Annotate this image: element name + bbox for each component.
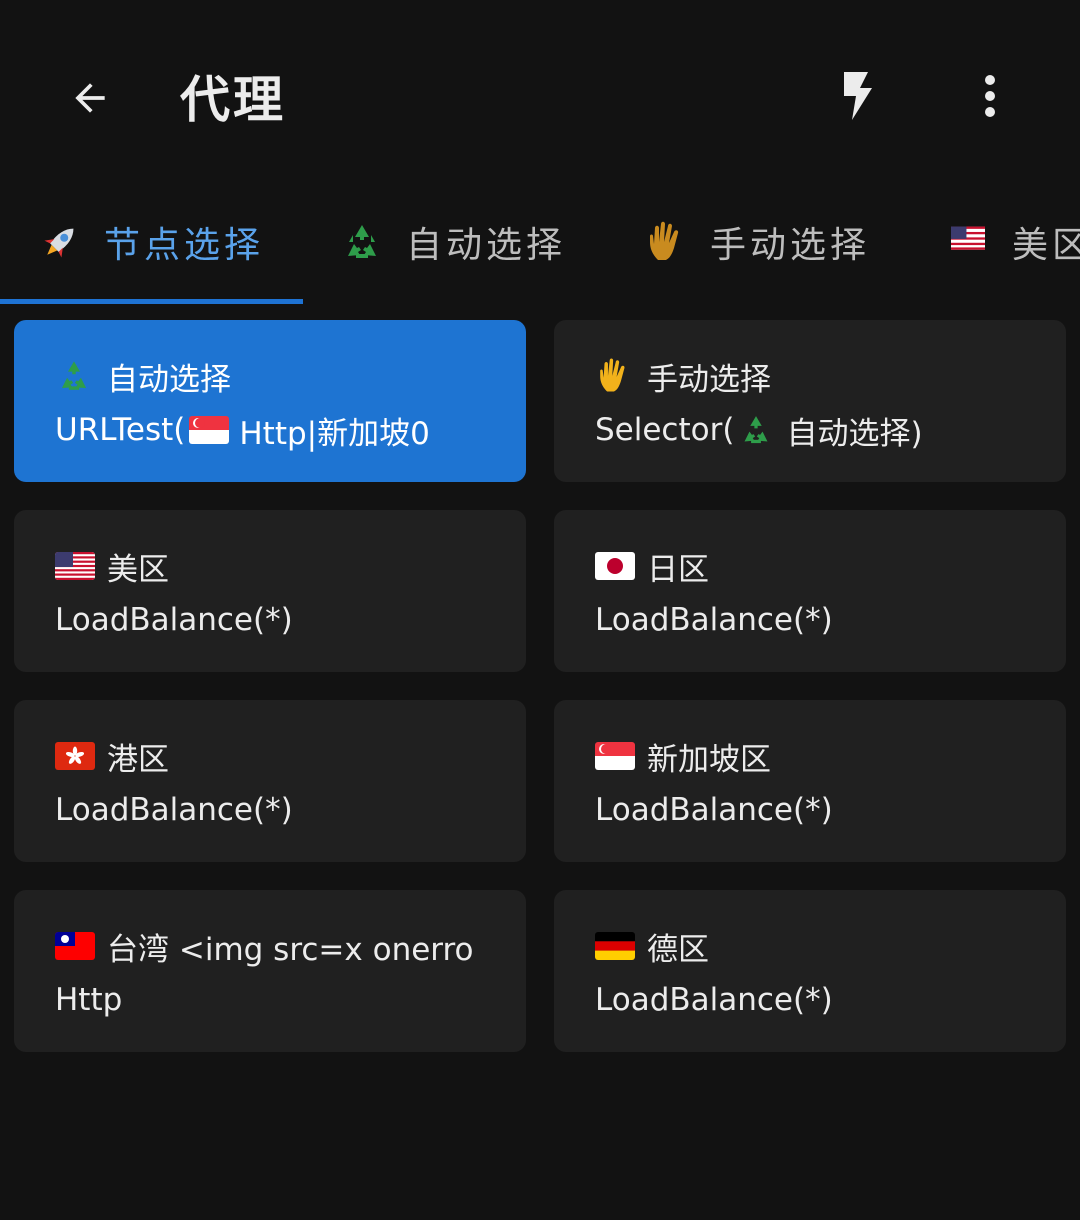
proxy-type-suffix: 自动选择) xyxy=(786,415,923,452)
proxy-name: 台湾 <img src=x onerro xyxy=(107,931,474,968)
proxy-card-sg[interactable]: 新加坡区 LoadBalance(*) xyxy=(554,700,1066,862)
tab-label: 美区 xyxy=(1012,225,1080,266)
tab-auto-select[interactable]: 自动选择 xyxy=(340,190,566,294)
flag-hk-icon xyxy=(55,742,95,770)
proxy-card-tw[interactable]: 台湾 <img src=x onerro Http xyxy=(14,890,526,1052)
proxy-type: LoadBalance(*) xyxy=(55,792,293,828)
proxy-name: 手动选择 xyxy=(647,361,771,398)
flag-de-icon xyxy=(595,932,635,960)
proxy-name: 美区 xyxy=(107,551,169,588)
proxy-type: Http xyxy=(55,982,123,1018)
proxy-type: LoadBalance(*) xyxy=(595,792,833,828)
proxy-type-prefix: URLTest( xyxy=(55,412,186,448)
flag-sg-icon xyxy=(595,742,635,770)
back-arrow-icon xyxy=(75,83,105,113)
proxy-name: 日区 xyxy=(647,551,709,588)
proxy-card-auto-select[interactable]: 自动选择 URLTest( Http|新加坡0 xyxy=(14,320,526,482)
proxy-type-prefix: Selector( xyxy=(595,412,735,448)
flash-icon xyxy=(844,72,872,120)
page-title: 代理 xyxy=(180,71,286,129)
proxy-name-row: 手动选择 xyxy=(595,355,771,398)
rocket-icon xyxy=(44,228,74,258)
recycle-icon xyxy=(61,361,87,390)
app-bar: 代理 xyxy=(0,0,1080,190)
proxy-type-suffix: Http|新加坡0 xyxy=(239,415,430,452)
group-tabs: 节点选择 自动选择 手动选择 美区 xyxy=(0,190,1080,306)
back-button[interactable] xyxy=(50,58,130,138)
tab-manual-select[interactable]: 手动选择 xyxy=(644,190,870,294)
proxy-name: 德区 xyxy=(647,931,709,968)
proxy-type: LoadBalance(*) xyxy=(595,982,833,1018)
raised-hand-icon xyxy=(650,221,679,260)
tab-label: 手动选择 xyxy=(710,225,871,266)
flag-tw-icon xyxy=(55,932,95,960)
more-options-button[interactable] xyxy=(950,56,1030,136)
recycle-icon xyxy=(348,225,376,258)
proxy-name: 自动选择 xyxy=(107,361,231,398)
proxy-name-row: 日区 xyxy=(595,545,709,588)
recycle-icon xyxy=(744,416,768,444)
proxy-name-row: 台湾 <img src=x onerro xyxy=(55,925,474,968)
proxy-card-hk[interactable]: 港区 LoadBalance(*) xyxy=(14,700,526,862)
proxy-type: LoadBalance(*) xyxy=(55,602,293,638)
proxy-name-row: 自动选择 xyxy=(55,355,231,398)
flag-us-icon xyxy=(951,226,985,250)
proxy-card-manual-select[interactable]: 手动选择 Selector( 自动选择) xyxy=(554,320,1066,482)
tab-label: 自动选择 xyxy=(406,225,567,266)
proxy-name: 港区 xyxy=(107,741,169,778)
proxy-card-de[interactable]: 德区 LoadBalance(*) xyxy=(554,890,1066,1052)
tab-label: 节点选择 xyxy=(104,225,265,266)
proxy-page: 代理 节点选择 自动选择 手动选择 美区 自动选择 URLTest(Http|… xyxy=(0,0,1080,1220)
proxy-type: LoadBalance(*) xyxy=(595,602,833,638)
proxy-name-row: 德区 xyxy=(595,925,709,968)
proxy-name-row: 新加坡区 xyxy=(595,735,771,778)
flash-button[interactable] xyxy=(818,56,898,136)
proxy-name-row: 港区 xyxy=(55,735,169,778)
flag-us-icon xyxy=(55,552,95,580)
tab-indicator xyxy=(0,299,303,304)
more-vert-icon xyxy=(985,75,995,117)
proxy-type-row: URLTest( Http|新加坡0 xyxy=(55,408,430,452)
tab-node-select[interactable]: 节点选择 xyxy=(38,190,264,294)
proxy-type-row: Selector( 自动选择) xyxy=(595,408,923,452)
proxy-name-row: 美区 xyxy=(55,545,169,588)
tab-us[interactable]: 美区 xyxy=(946,190,1080,294)
proxy-card-jp[interactable]: 日区 LoadBalance(*) xyxy=(554,510,1066,672)
proxy-card-us[interactable]: 美区 LoadBalance(*) xyxy=(14,510,526,672)
raised-hand-icon xyxy=(600,358,625,392)
flag-jp-icon xyxy=(595,552,635,580)
flag-sg-icon xyxy=(189,416,230,444)
proxy-name: 新加坡区 xyxy=(647,741,771,778)
